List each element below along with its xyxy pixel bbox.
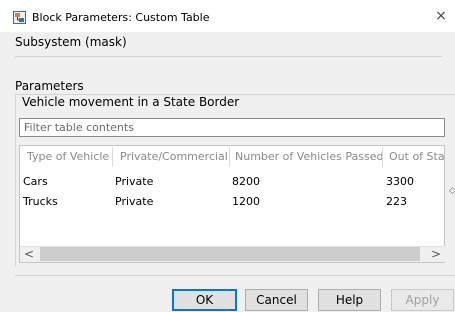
scroll-right-icon[interactable]: > bbox=[429, 247, 443, 261]
filter-placeholder: Filter table contents bbox=[24, 121, 134, 134]
parameters-label: Parameters bbox=[15, 79, 84, 93]
column-separator[interactable] bbox=[229, 147, 230, 167]
window-title: Block Parameters: Custom Table bbox=[32, 11, 210, 24]
table-cell[interactable]: Private bbox=[115, 195, 153, 208]
subsystem-label: Subsystem (mask) bbox=[15, 35, 127, 49]
column-header-type-of-vehicle[interactable]: Type of Vehicle bbox=[27, 150, 109, 163]
table-cell[interactable]: 223 bbox=[386, 195, 407, 208]
column-separator[interactable] bbox=[112, 147, 113, 167]
column-separator[interactable] bbox=[382, 147, 383, 167]
simulink-block-icon bbox=[13, 11, 26, 24]
divider bbox=[15, 56, 442, 57]
table-cell[interactable]: Trucks bbox=[23, 195, 58, 208]
ok-button[interactable]: OK bbox=[172, 289, 237, 311]
column-header-out-of-state[interactable]: Out of Sta bbox=[389, 150, 445, 163]
table-cell[interactable]: 1200 bbox=[232, 195, 260, 208]
table-cell[interactable]: 8200 bbox=[232, 175, 260, 188]
table-cell[interactable]: Cars bbox=[23, 175, 48, 188]
table-cell[interactable]: Private bbox=[115, 175, 153, 188]
table-group-label: Vehicle movement in a State Border bbox=[22, 95, 240, 109]
apply-button[interactable]: Apply bbox=[391, 289, 454, 311]
help-button[interactable]: Help bbox=[318, 289, 381, 311]
cancel-button[interactable]: Cancel bbox=[245, 289, 308, 311]
column-header-private-commercial[interactable]: Private/Commercial bbox=[120, 150, 228, 163]
close-icon[interactable]: × bbox=[434, 9, 448, 23]
table-cell[interactable]: 3300 bbox=[386, 175, 414, 188]
scroll-left-icon[interactable]: < bbox=[22, 247, 36, 261]
divider bbox=[15, 275, 455, 276]
scrollbar-thumb[interactable] bbox=[40, 247, 420, 261]
column-header-vehicles-passed[interactable]: Number of Vehicles Passed bbox=[235, 150, 383, 163]
resize-handle-icon[interactable]: ◇ bbox=[449, 186, 455, 196]
